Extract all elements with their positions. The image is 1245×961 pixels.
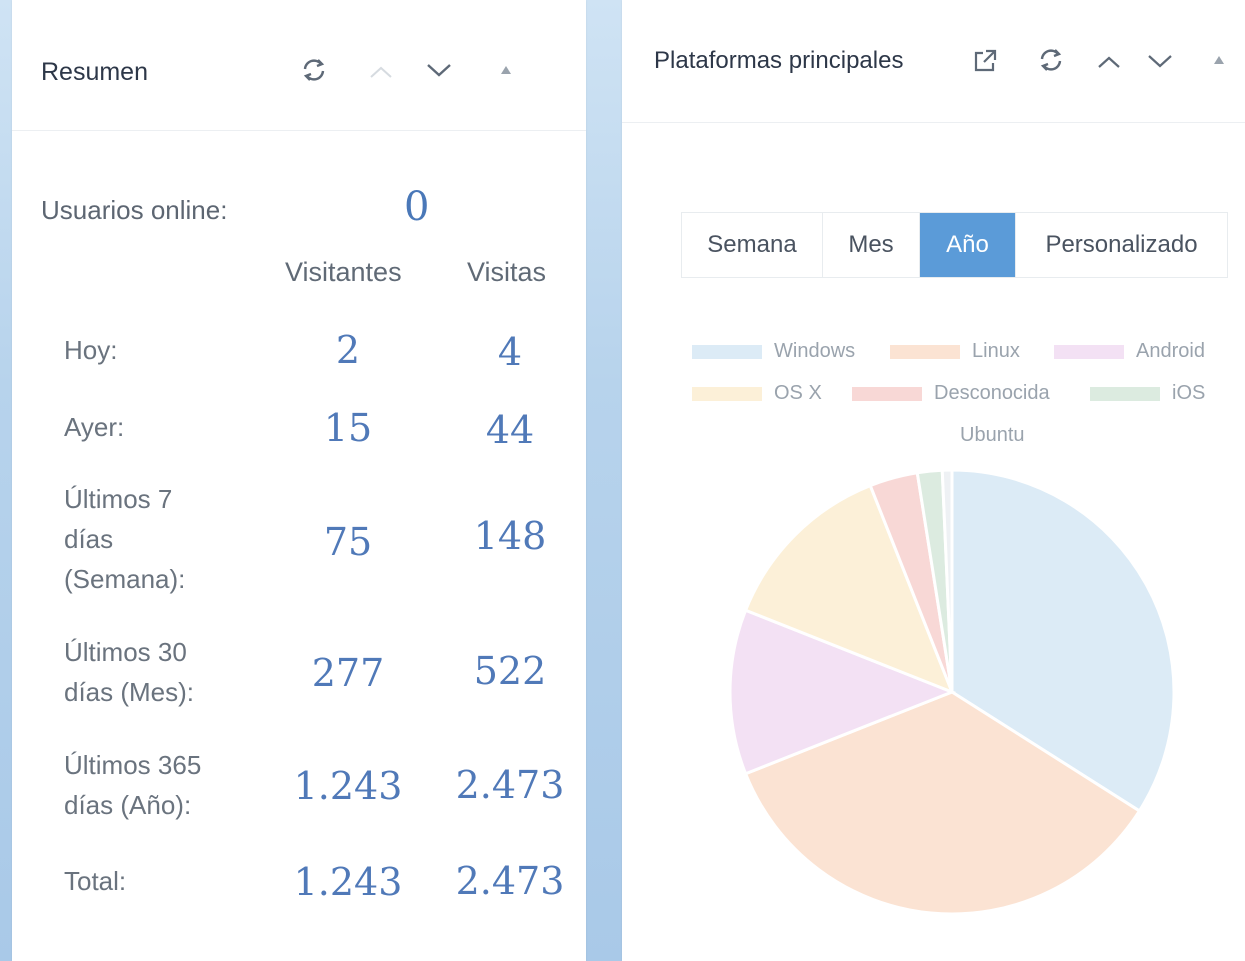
visits-value: 522 [473, 649, 547, 693]
visitors-column-header: Visitantes [285, 257, 402, 287]
visits-value: 148 [473, 514, 547, 558]
row-label: Hoy: [64, 335, 118, 365]
row-label-line: Últimos 365 [64, 750, 202, 780]
row-label: Ayer: [64, 412, 125, 442]
row-label-line: días (Año): [64, 790, 192, 820]
visits-value: 44 [485, 408, 535, 452]
visits-value: 4 [497, 330, 523, 374]
row-label-line: (Semana): [64, 564, 186, 594]
visitors-value: 2 [335, 328, 361, 372]
triangle-up-icon[interactable] [489, 53, 523, 87]
visits-value: 2.473 [455, 763, 565, 807]
row-label-line: días [64, 524, 114, 554]
visitors-value: 1.243 [293, 764, 403, 808]
visits-value: 2.473 [455, 859, 565, 903]
visitors-value: 1.243 [293, 860, 403, 904]
visitors-value: 15 [323, 406, 373, 450]
visitors-value: 277 [311, 651, 385, 695]
summary-panel: Resumen Usuarios online: 0 Visitantes Vi… [12, 0, 586, 961]
platforms-pie-chart [728, 468, 1176, 916]
summary-panel-title: Resumen [41, 58, 148, 86]
visitors-value: 75 [323, 520, 373, 564]
refresh-icon[interactable] [297, 53, 331, 87]
platforms-panel: Plataformas principales Semana Mes Año P… [622, 0, 1245, 961]
row-label-line: Últimos 7 [64, 484, 173, 514]
online-users-value: 0 [404, 184, 430, 230]
summary-panel-header: Resumen [12, 0, 586, 131]
row-label-line: Últimos 30 [64, 637, 187, 667]
visits-column-header: Visitas [467, 257, 547, 287]
chevron-up-icon[interactable] [364, 55, 398, 89]
chevron-down-icon[interactable] [422, 53, 456, 87]
online-users-label: Usuarios online: [41, 195, 228, 225]
row-label-line: días (Mes): [64, 677, 195, 707]
row-label: Total: [64, 866, 127, 896]
